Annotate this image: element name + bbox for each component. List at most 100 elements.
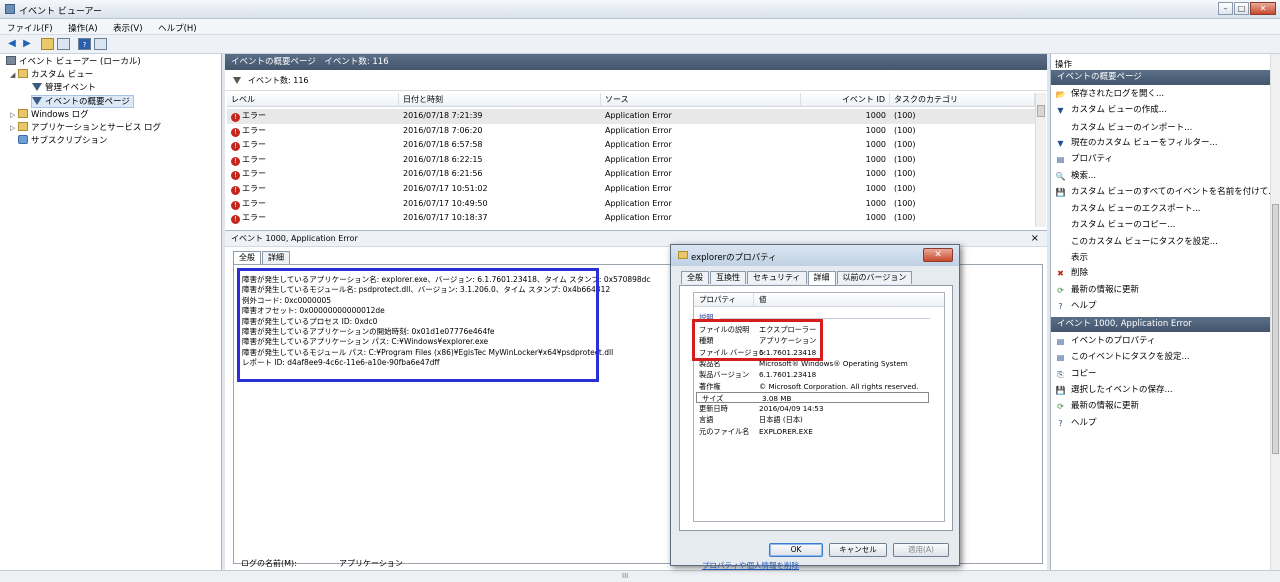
action-item[interactable]: ? ヘルプ (1055, 416, 1096, 430)
table-row[interactable]: ! エラー 2016/07/18 6:22:15 Application Error 1… (227, 153, 1035, 168)
property-row[interactable]: 著作権 © Microsoft Corporation. All rights r… (694, 381, 944, 392)
action-item[interactable]: カスタム ビューのインポート... (1055, 120, 1192, 134)
table-row[interactable]: ! エラー 2016/07/18 7:21:39 Application Error 1… (227, 109, 1035, 124)
horizontal-scrollbar[interactable]: III (0, 570, 1280, 582)
action-item[interactable]: ▼ カスタム ビューの作成... (1055, 103, 1166, 117)
action-item[interactable]: 📂 保存されたログを開く... (1055, 87, 1165, 101)
forward-arrow-icon[interactable]: ▶ (20, 38, 34, 50)
action-item[interactable]: 🔍 検索... (1055, 169, 1097, 183)
tab-previous-versions[interactable]: 以前のバージョン (836, 271, 913, 284)
actions-section-event[interactable]: イベント 1000, Application Error (1051, 317, 1271, 332)
cancel-button[interactable]: キャンセル (829, 543, 887, 557)
error-icon: ! (231, 215, 240, 225)
grip-icon[interactable]: III (622, 572, 628, 580)
action-item[interactable]: このカスタム ビューにタスクを設定... (1055, 234, 1218, 248)
scrollbar-thumb[interactable] (1037, 105, 1045, 117)
tab-details[interactable]: 詳細 (262, 251, 290, 264)
apply-button[interactable]: 適用(A) (893, 543, 949, 557)
action-item[interactable]: カスタム ビューのコピー... (1055, 217, 1175, 231)
table-row[interactable]: ! エラー 2016/07/17 10:18:37 Application Error… (227, 211, 1035, 226)
dialog-title-bar[interactable]: explorerのプロパティ ✕ (671, 245, 959, 266)
action-item[interactable]: カスタム ビューのエクスポート... (1055, 201, 1201, 215)
tree-summary-page[interactable]: イベントの概要ページ (31, 95, 134, 108)
table-row[interactable]: ! エラー 2016/07/18 6:21:56 Application Error 1… (227, 167, 1035, 182)
menu-view[interactable]: 表示(V) (106, 19, 148, 34)
action-item[interactable]: ⟳ 最新の情報に更新 (1055, 399, 1139, 413)
property-row[interactable]: 言語 日本語 (日本) (694, 414, 944, 425)
column-task-category[interactable]: タスクのカテゴリ (890, 93, 1035, 107)
event-viewer-icon (6, 56, 16, 65)
menu-action[interactable]: 操作(A) (61, 19, 103, 34)
back-arrow-icon[interactable]: ◀ (5, 38, 19, 50)
console-tree-icon[interactable] (57, 38, 70, 50)
menu-help[interactable]: ヘルプ(H) (151, 19, 203, 34)
property-row[interactable]: 更新日時 2016/04/09 14:53 (694, 403, 944, 414)
blank-icon (1055, 234, 1066, 245)
menu-file[interactable]: ファイル(F) (0, 19, 59, 34)
tree-windows-logs[interactable]: ▷ Windows ログ (10, 109, 89, 122)
action-item[interactable]: ⟳ 最新の情報に更新 (1055, 283, 1139, 297)
table-row[interactable]: ! エラー 2016/07/18 6:57:58 Application Error 1… (227, 138, 1035, 153)
actions-scrollbar[interactable] (1270, 54, 1280, 570)
date-cell: 2016/07/18 7:21:39 (403, 111, 483, 120)
action-item[interactable]: ✖ 削除 (1055, 266, 1088, 280)
actions-section-summary[interactable]: イベントの概要ページ (1051, 70, 1271, 85)
dialog-close-button[interactable]: ✕ (923, 248, 953, 262)
column-source[interactable]: ソース (601, 93, 801, 107)
tree-admin-events[interactable]: 管理イベント (32, 82, 96, 95)
action-item[interactable]: ▼ 現在のカスタム ビューをフィルター... (1055, 136, 1217, 150)
actions-title: 操作 (1055, 60, 1073, 70)
column-value[interactable]: 値 (754, 293, 944, 307)
tab-security[interactable]: セキュリティ (747, 271, 807, 284)
blank-icon (1055, 250, 1066, 261)
tab-compatibility[interactable]: 互換性 (710, 271, 746, 284)
column-property[interactable]: プロパティ (694, 293, 754, 307)
title-bar: イベント ビューアー – □ ✕ (0, 0, 1280, 19)
event-properties-icon: ▤ (1056, 337, 1065, 346)
tab-general[interactable]: 全般 (681, 271, 709, 284)
property-name: 更新日時 (699, 404, 728, 414)
tree-root[interactable]: イベント ビューアー (ローカル) (6, 56, 141, 69)
tab-details[interactable]: 詳細 (807, 271, 836, 285)
table-row[interactable]: ! エラー 2016/07/17 10:51:02 Application Error… (227, 182, 1035, 197)
property-value: EXPLORER.EXE (759, 426, 813, 436)
table-row[interactable]: ! エラー 2016/07/17 10:49:50 Application Error… (227, 197, 1035, 212)
action-item[interactable]: 表示 (1055, 250, 1088, 264)
folder-icon (678, 251, 688, 259)
property-row[interactable]: サイズ 3.08 MB (696, 391, 929, 404)
collapsed-arrow-icon[interactable]: ▷ (10, 122, 18, 135)
action-item[interactable]: ▤ このイベントにタスクを設定... (1055, 350, 1190, 364)
event-grid-scrollbar[interactable] (1035, 93, 1046, 227)
blank-icon (1055, 217, 1066, 228)
column-date[interactable]: 日付と時刻 (399, 93, 601, 107)
table-row[interactable]: ! エラー 2016/07/18 7:06:20 Application Error 1… (227, 124, 1035, 139)
action-item[interactable]: 💾 カスタム ビューのすべてのイベントを名前を付けて... (1055, 185, 1277, 199)
tab-general[interactable]: 全般 (233, 251, 261, 265)
action-pane-icon[interactable] (94, 38, 107, 50)
action-item[interactable]: 💾 選択したイベントの保存... (1055, 383, 1173, 397)
action-item[interactable]: ▤ プロパティ (1055, 152, 1113, 166)
tree-custom-views[interactable]: ◢ カスタム ビュー (10, 69, 93, 82)
expanded-arrow-icon[interactable]: ◢ (10, 69, 18, 82)
action-item[interactable]: ⎘ コピー (1055, 367, 1096, 381)
scrollbar-thumb[interactable] (1272, 204, 1279, 454)
property-row[interactable]: 元のファイル名 EXPLORER.EXE (694, 426, 944, 437)
column-event-id[interactable]: イベント ID (801, 93, 890, 107)
save-icon: 💾 (1055, 385, 1066, 395)
close-button[interactable]: ✕ (1250, 2, 1276, 15)
maximize-button[interactable]: □ (1234, 2, 1249, 15)
action-item[interactable]: ? ヘルプ (1055, 299, 1096, 313)
ok-button[interactable]: OK (769, 543, 823, 557)
filter-icon: ▼ (1057, 106, 1064, 116)
collapsed-arrow-icon[interactable]: ▷ (10, 109, 18, 122)
tree-subscriptions[interactable]: サブスクリプション (18, 135, 108, 148)
remove-properties-link[interactable]: プロパティや個人情報を削除 (702, 560, 799, 571)
minimize-button[interactable]: – (1218, 2, 1233, 15)
close-icon[interactable]: × (1031, 231, 1039, 247)
action-item[interactable]: ▤ イベントのプロパティ (1055, 334, 1156, 348)
tree-app-service-logs[interactable]: ▷ アプリケーションとサービス ログ (10, 122, 161, 135)
folder-up-icon[interactable] (41, 38, 54, 50)
column-level[interactable]: レベル (227, 93, 399, 107)
help-icon[interactable]: ? (78, 38, 91, 50)
property-row[interactable]: 製品バージョン 6.1.7601.23418 (694, 369, 944, 380)
